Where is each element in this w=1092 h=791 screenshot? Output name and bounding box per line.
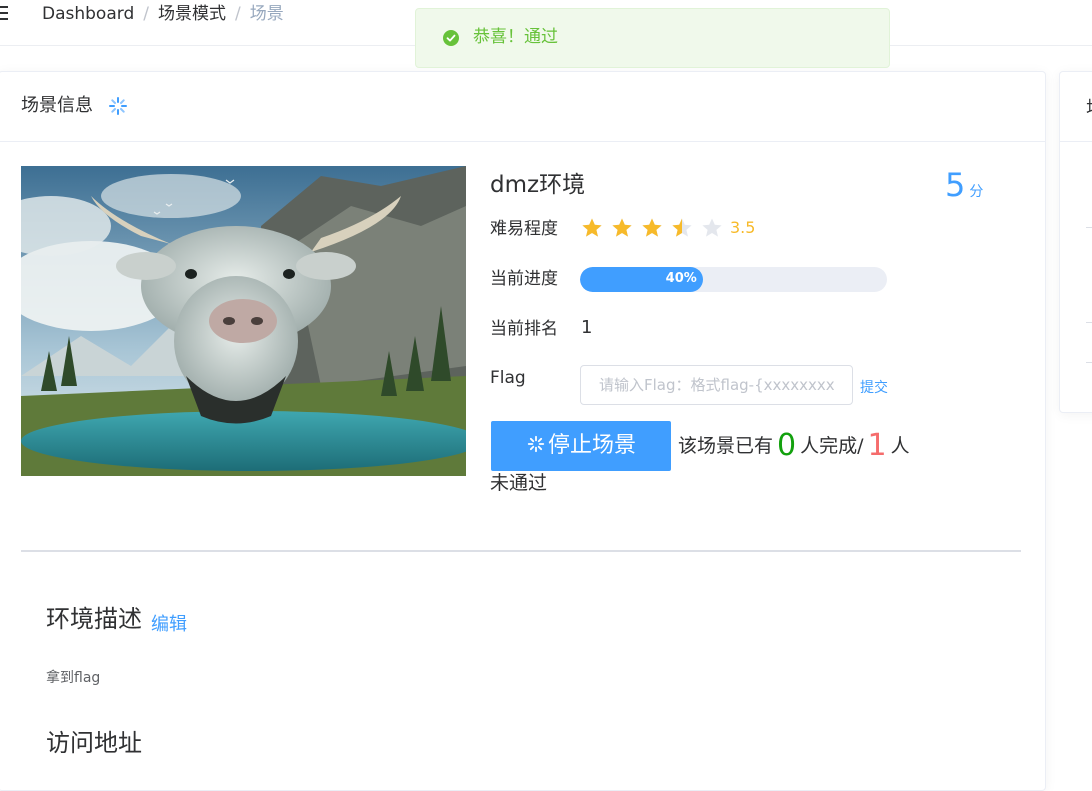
card-title: 场景信息 — [21, 95, 93, 116]
scene-name: dmz环境 — [490, 172, 586, 198]
score-unit: 分 — [969, 184, 984, 200]
access-title: 访问地址 — [46, 729, 142, 757]
flag-label: Flag — [490, 368, 526, 388]
star-icon[interactable] — [641, 217, 663, 239]
edit-description-button[interactable]: 编辑 — [151, 610, 187, 636]
star-icon[interactable] — [611, 217, 633, 239]
description-title: 环境描述 — [46, 605, 142, 633]
success-toast: 恭喜！通过 — [415, 8, 890, 68]
star-icon[interactable] — [581, 217, 603, 239]
success-check-icon — [443, 30, 459, 46]
card-header: 场景信息 — [0, 72, 1045, 142]
side-divider — [1086, 322, 1092, 323]
progress-bar: 40% — [580, 267, 887, 292]
breadcrumb-separator: / — [234, 4, 241, 24]
progress-label: 当前进度 — [490, 269, 558, 289]
side-card-header: 场 — [1060, 72, 1092, 142]
progress-fill: 40% — [580, 267, 703, 292]
description-text: 拿到flag — [46, 670, 101, 686]
scene-image — [21, 166, 466, 476]
completed-suffix: 人完成/ — [800, 435, 864, 457]
breadcrumb-scene-mode[interactable]: 场景模式 — [158, 4, 226, 24]
side-divider — [1086, 227, 1092, 228]
star-icon[interactable] — [671, 217, 693, 239]
side-divider — [1086, 362, 1092, 363]
toast-message: 恭喜！通过 — [473, 27, 558, 47]
side-card: 场 — [1059, 71, 1092, 413]
rank-value: 1 — [581, 317, 593, 338]
failed-count: 1 — [867, 428, 887, 463]
failed-suffix: 人 — [890, 435, 910, 457]
completion-stats: 该场景已有 0 人完成/1 人 — [678, 426, 910, 466]
score-value: 5 — [945, 166, 966, 204]
flag-input[interactable] — [580, 365, 853, 405]
stop-scene-label: 停止场景 — [547, 433, 636, 458]
breadcrumb-current: 场景 — [249, 4, 284, 24]
breadcrumb: Dashboard / 场景模式 / 场景 — [42, 4, 284, 24]
section-divider — [21, 550, 1021, 552]
stats-prefix: 该场景已有 — [678, 435, 774, 457]
rank-label: 当前排名 — [490, 319, 558, 339]
star-icon[interactable] — [701, 217, 723, 239]
progress-text: 40% — [665, 271, 697, 286]
completed-count: 0 — [777, 428, 797, 463]
breadcrumb-separator: / — [143, 4, 149, 24]
scene-score: 5分 — [945, 166, 983, 204]
menu-fold-icon[interactable] — [0, 4, 10, 22]
failed-wrap-text: 未通过 — [490, 472, 548, 494]
stop-scene-button[interactable]: 停止场景 — [491, 421, 671, 471]
side-card-title: 场 — [1086, 94, 1092, 120]
submit-flag-button[interactable]: 提交 — [860, 377, 888, 397]
difficulty-label: 难易程度 — [490, 219, 558, 239]
breadcrumb-dashboard[interactable]: Dashboard — [42, 4, 134, 24]
loading-icon — [527, 435, 545, 453]
rating-text: 3.5 — [730, 218, 756, 237]
loading-icon — [107, 95, 129, 117]
